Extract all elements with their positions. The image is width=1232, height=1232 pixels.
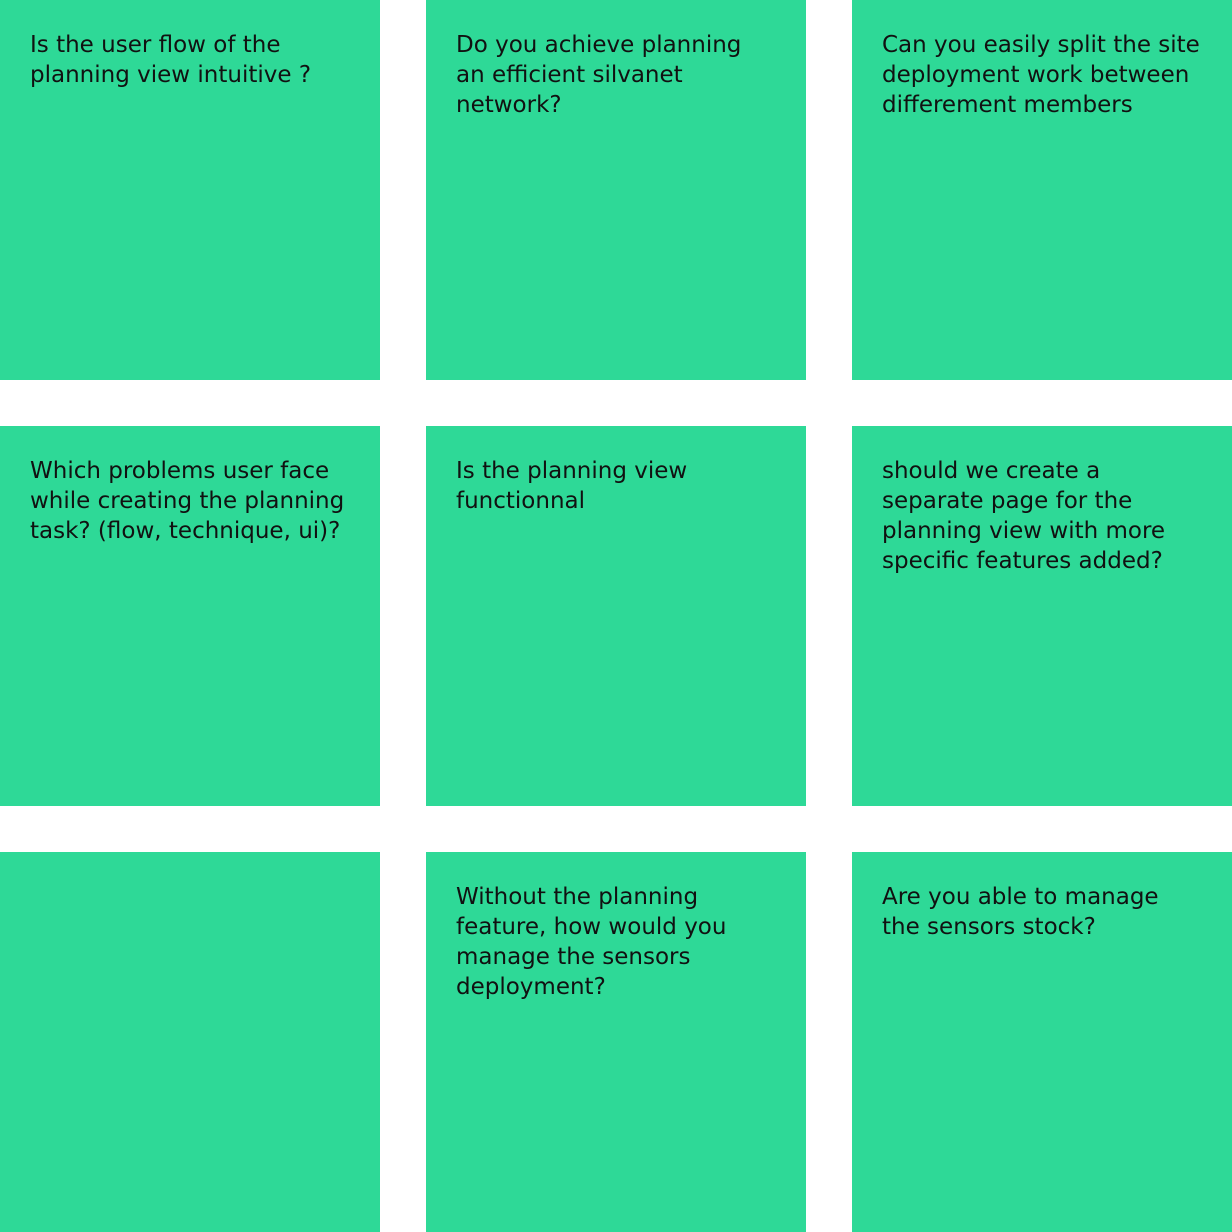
sticky-note-text: Can you easily split the site deployment… — [882, 32, 1200, 118]
sticky-note-text: should we create a separate page for the… — [882, 458, 1166, 574]
sticky-note[interactable]: should we create a separate page for the… — [852, 426, 1232, 806]
sticky-note[interactable]: Can you easily split the site deployment… — [852, 0, 1232, 380]
sticky-note-text: Do you achieve planning an efficient sil… — [456, 32, 742, 118]
sticky-note[interactable]: Are you able to manage the sensors stock… — [852, 852, 1232, 1232]
sticky-note-text: Are you able to manage the sensors stock… — [882, 884, 1159, 940]
sticky-board: Is the user flow of the planning view in… — [0, 0, 1232, 1232]
sticky-note-text: Is the user flow of the planning view in… — [30, 32, 312, 88]
sticky-note-text: Is the planning view functionnal — [456, 458, 688, 514]
sticky-note[interactable]: Which problems user face while creating … — [0, 426, 380, 806]
sticky-note[interactable]: Do you achieve planning an efficient sil… — [426, 0, 806, 380]
sticky-note-text: Without the planning feature, how would … — [456, 884, 727, 1000]
sticky-note-text: Which problems user face while creating … — [30, 458, 345, 544]
sticky-note[interactable]: Without the planning feature, how would … — [426, 852, 806, 1232]
sticky-note[interactable]: Is the user flow of the planning view in… — [0, 0, 380, 380]
sticky-note[interactable]: Is the planning view functionnal — [426, 426, 806, 806]
sticky-note-empty[interactable] — [0, 852, 380, 1232]
